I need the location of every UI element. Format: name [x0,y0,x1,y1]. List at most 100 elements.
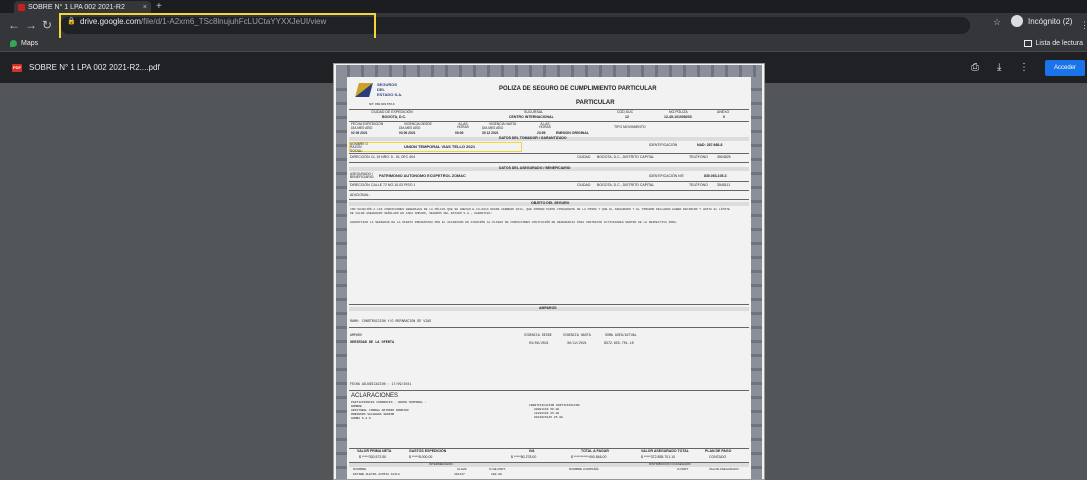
aclaraciones-c2b: 88001146 50.00 [534,408,560,411]
valor-aseg-value: $ *****372.855.701.10 [641,455,676,459]
download-icon[interactable]: ⤓ [997,62,1001,73]
pdf-file-title: SOBRE N° 1 LPA 002 2021-R2....pdf [29,63,160,72]
bookmark-maps-label: Maps [21,40,39,47]
anexo-value: 0 [723,115,725,119]
adicional-label: ADICIONAL: [350,193,370,197]
ciudad-value: BOGOTA, D.C. [382,115,407,119]
coa-part-col: % PART [677,467,689,471]
print-icon[interactable]: ⎙ [971,62,979,73]
tab-close-icon[interactable]: × [143,4,147,11]
divider [349,181,749,182]
bookmark-maps[interactable]: Maps [10,40,38,47]
inter-clave-col: CLAVE [457,467,467,471]
asegurado-value: PATRIMONIO AUTONOMO ECOPETROL ZOMAC [379,174,466,178]
pdf-page: SEGUROS DEL ESTADO S.A. NIT. 860.009.578… [333,63,765,480]
policy-document: SEGUROS DEL ESTADO S.A. NIT. 860.009.578… [349,78,749,478]
browser-tab[interactable]: SOBRE N° 1 LPA 002 2021-R2 × [14,1,151,13]
nopoliza-label: NO.PÓLIZA [669,110,688,114]
amparo-desde: 03/09/2021 [529,341,549,345]
codsuc-label: COD.SUC [617,110,634,114]
aclaraciones-l5: HUMBA S.A.S [351,417,371,420]
acceder-button[interactable]: Acceder [1045,60,1085,76]
seguros-logo-icon [355,83,373,97]
ident2-value: 830.053.105-3 [704,174,727,178]
coa-nombre-col: NOMBRE COMPAÑÍA [569,467,599,471]
profile-label[interactable]: Incógnito (2) [1028,17,1072,26]
divider [349,162,749,163]
vig-hasta-cols: DIA MES AÑO [482,126,504,130]
distribucion-header: DISTRIBUCION COASEGURO [649,462,691,466]
reload-icon[interactable]: ↻ [42,18,52,32]
valor-prima-value: $ *****330.573.50 [359,455,387,459]
divider [349,304,749,305]
fecha-exp-cols: DIA MES AÑO [351,126,373,130]
aclaraciones-c2c: 12238103 25.00 [534,412,560,415]
anexo-label: ANEXO [717,110,730,114]
bookmark-star-icon[interactable]: ☆ [993,17,1001,28]
ciudad3-label: CIUDAD [577,183,591,187]
inter-row-part: 100.00 [491,473,502,476]
alas2-label: A LAS HORAS [539,122,551,130]
valor-aseg-label: VALOR ASEGURADO TOTAL [641,449,689,453]
reading-list-icon [1023,40,1032,47]
aclaraciones-l4: ROBINSON SALGUERA SENIOR [351,413,395,416]
decorative-border-right [751,77,762,479]
forward-arrow-icon[interactable]: → [25,18,37,32]
decorative-border-top [336,65,762,77]
aclaraciones-l3: ARISTOBAL CORREA ANTONIO RODRIGO [351,409,409,412]
ciudad-label: CIUDAD DE EXPEDICIÓN [371,110,413,114]
fecha-exp-value: 02 09 2021 [351,131,368,135]
telefono-value: 3504825 [717,155,731,159]
objeto-header: OBJETO DEL SEGURO [531,201,570,205]
more-options-icon[interactable]: ⋮ [1019,62,1029,73]
gastos-label: GASTOS EXPEDICIÓN [409,449,447,453]
iva-value: $ *****80.278.00 [511,455,537,459]
total-label: TOTAL A PAGAR [581,449,609,453]
nopoliza-value: 12-45-101008203 [664,115,692,119]
policy-subtitle: PARTICULAR [576,100,615,106]
ident2-label: IDENTIFICACIÓN NIT: [649,174,685,178]
tab-title: SOBRE N° 1 LPA 002 2021-R2 [28,3,125,11]
pdf-file-icon: PDF [12,64,22,72]
amparo-row: SERIEDAD DE LA OFERTA [350,341,395,345]
plan-pago-value: CONTADO [709,455,727,459]
brand-line3: ESTADO S.A. [377,92,403,97]
telefono2-value: 3545111 [717,183,731,187]
nombre-value: UNION TEMPORAL VIAS TELLO 2021 [404,144,476,149]
new-tab-button[interactable]: + [156,1,162,12]
direccion-label: DIRECCIÓN [350,155,370,159]
inter-row-clave: 491447 [454,473,465,476]
divider [349,390,749,391]
amparo-hasta: 30/12/2021 [567,341,587,345]
alas1-label: A LAS HORAS [457,122,469,130]
back-arrow-icon[interactable]: ← [8,18,20,32]
direccion2-label: DIRECCIÓN [350,183,370,187]
tipo-mov-label: TIPO MOVIMIENTO [614,125,646,129]
aclaraciones-header: ACLARACIONES [351,393,399,399]
iva-label: IVA [529,449,535,453]
aclaraciones-c2d: 9013015145 25.00 [534,416,563,419]
objeto-text: CON SUJECIÓN A LAS CONDICIONES GENERALES… [350,208,730,215]
reading-list-label: Lista de lectura [1035,40,1083,47]
intermediario-header: INTERMEDIARIO [429,462,453,466]
reading-list[interactable]: Lista de lectura [1023,40,1083,47]
divider [349,190,749,191]
incognito-avatar-icon[interactable] [1011,15,1023,27]
vig-desde-cols: DIA MES AÑO [399,126,421,130]
tab-strip [0,0,1087,13]
vig-desde-value: 03 09 2021 [399,131,416,135]
sucursal-label: SUCURSAL [524,110,544,114]
amparo-col: AMPARO [350,333,362,337]
divider [349,199,749,200]
tipo-mov-value: EMISION ORIGINAL [556,131,589,135]
telefono2-label: TELÉFONO [689,183,708,187]
browser-menu-icon[interactable]: ⋮ [1080,18,1087,32]
pdf-favicon-icon [18,3,25,11]
total-value: $ ***********490.846.00 [571,455,607,459]
ciudad3-value: BOGOTA, D.C., DISTRITO CAPITAL [597,183,655,187]
ciudad2-label: CIUDAD [577,155,591,159]
identificacion-value: NAD: 287.668-8 [697,143,723,147]
bookmarks-bar [0,38,1087,52]
aclaraciones-l1: PARTICIPANTES CONSORCIO - UNION TEMPORAL… [351,401,427,404]
aclaraciones-l2: NOMBRE [351,405,362,408]
